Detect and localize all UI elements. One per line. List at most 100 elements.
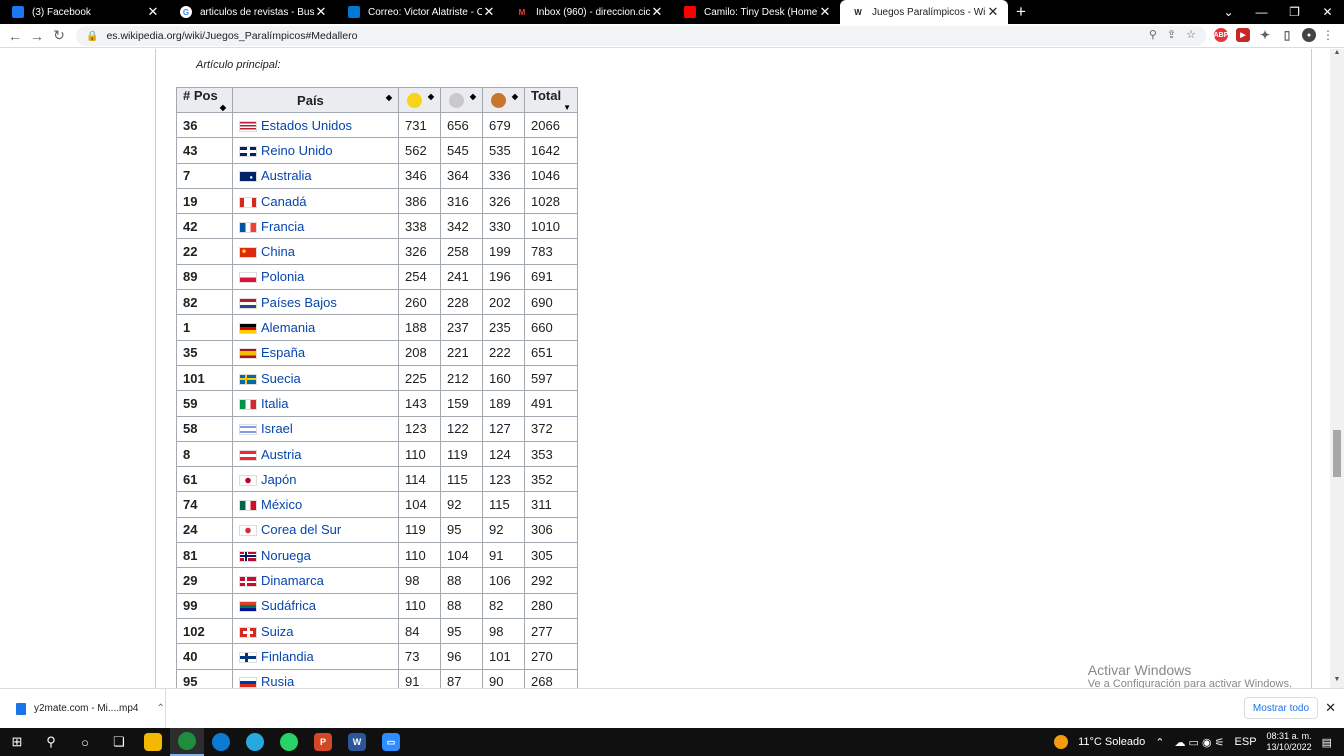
tab-outlook[interactable]: Correo: Victor Alatriste - Outlook✕: [336, 0, 504, 24]
flag-italy-icon[interactable]: [239, 398, 257, 410]
sort-icon[interactable]: ◆: [512, 92, 518, 101]
flag-austria-icon[interactable]: [239, 449, 257, 461]
country-link[interactable]: Francia: [261, 219, 304, 234]
address-bar[interactable]: 🔒 es.wikipedia.org/wiki/Juegos_Paralímpi…: [76, 26, 1206, 46]
country-link[interactable]: Australia: [261, 168, 312, 183]
header-pos[interactable]: # Pos ◆: [176, 87, 233, 113]
tab-close-icon[interactable]: ✕: [146, 5, 160, 19]
powerpoint-icon[interactable]: P: [306, 728, 340, 756]
tab-search-icon[interactable]: ⌄: [1212, 0, 1245, 24]
flag-china-icon[interactable]: [239, 247, 257, 259]
sort-icon[interactable]: ◆: [386, 93, 392, 102]
sort-icon[interactable]: ◆: [428, 92, 434, 101]
scroll-up-icon[interactable]: ▲: [1330, 49, 1344, 61]
new-tab-button[interactable]: +: [1008, 0, 1034, 24]
flag-canada-icon[interactable]: [239, 196, 257, 208]
flag-southafrica-icon[interactable]: [239, 601, 257, 613]
country-link[interactable]: Noruega: [261, 548, 311, 563]
sort-icon[interactable]: ◆: [220, 103, 226, 112]
country-link[interactable]: Reino Unido: [261, 143, 333, 158]
country-link[interactable]: Suiza: [261, 624, 294, 639]
country-link[interactable]: Polonia: [261, 269, 304, 284]
windows-start-icon[interactable]: ⊞: [0, 728, 34, 756]
profile-avatar[interactable]: ●: [1302, 28, 1316, 42]
scrollbar-thumb[interactable]: [1333, 430, 1341, 477]
tab-close-icon[interactable]: ✕: [818, 5, 832, 19]
country-link[interactable]: Países Bajos: [261, 295, 337, 310]
header-gold[interactable]: ◆: [398, 87, 441, 113]
flag-netherlands-icon[interactable]: [239, 297, 257, 309]
tab-close-icon[interactable]: ✕: [314, 5, 328, 19]
share-icon[interactable]: ⇪: [1167, 28, 1176, 41]
country-link[interactable]: Finlandia: [261, 649, 314, 664]
flag-uk-icon[interactable]: [239, 146, 257, 157]
page-scrollbar[interactable]: ▲ ▼: [1330, 49, 1344, 688]
sort-icon[interactable]: ◆: [470, 92, 476, 101]
chevron-up-icon[interactable]: ⌃: [156, 703, 164, 714]
search-icon[interactable]: ⚲: [34, 728, 68, 756]
download-item[interactable]: y2mate.com - Mi....mp4 ⌃: [0, 688, 166, 729]
cortana-icon[interactable]: ○: [68, 728, 102, 756]
forward-button[interactable]: →: [26, 25, 48, 47]
zoom-app-icon[interactable]: ▭: [374, 728, 408, 756]
country-link[interactable]: Japón: [261, 472, 296, 487]
country-link[interactable]: Austria: [261, 447, 301, 462]
flag-germany-icon[interactable]: [239, 323, 257, 335]
header-silver[interactable]: ◆: [440, 87, 483, 113]
tab-gmail[interactable]: M Inbox (960) - direccion.cicdqro@gmail.c…: [504, 0, 672, 24]
country-link[interactable]: México: [261, 497, 302, 512]
country-link[interactable]: Canadá: [261, 194, 307, 209]
reload-button[interactable]: ↻: [48, 25, 70, 47]
tray-icons[interactable]: ☁ ▭ ◉ ⚟: [1175, 736, 1225, 749]
lock-icon[interactable]: 🔒: [86, 31, 98, 42]
country-link[interactable]: Sudáfrica: [261, 598, 316, 613]
back-button[interactable]: ←: [4, 25, 26, 47]
country-link[interactable]: Suecia: [261, 371, 301, 386]
header-country[interactable]: País ◆: [232, 87, 399, 113]
tab-youtube[interactable]: Camilo: Tiny Desk (Home) Concert✕: [672, 0, 840, 24]
file-explorer-icon[interactable]: [136, 728, 170, 756]
flag-korea-icon[interactable]: [239, 525, 257, 537]
country-link[interactable]: Israel: [261, 421, 293, 436]
country-link[interactable]: Dinamarca: [261, 573, 324, 588]
sidebar-icon[interactable]: ▯: [1280, 28, 1294, 42]
flag-usa-icon[interactable]: [239, 120, 257, 132]
menu-icon[interactable]: ⋮: [1322, 28, 1334, 42]
tab-close-icon[interactable]: ✕: [482, 5, 496, 19]
country-link[interactable]: España: [261, 345, 305, 360]
flag-israel-icon[interactable]: [239, 424, 257, 436]
flag-spain-icon[interactable]: [239, 348, 257, 360]
country-link[interactable]: China: [261, 244, 295, 259]
show-hidden-icons[interactable]: ⌃: [1155, 736, 1164, 749]
tab-close-icon[interactable]: ✕: [986, 5, 1000, 19]
flag-australia-icon[interactable]: [239, 171, 257, 183]
tab-google[interactable]: Garticulos de revistas - Buscar con Goog…: [168, 0, 336, 24]
flag-japan-icon[interactable]: [239, 474, 257, 486]
flag-norway-icon[interactable]: [239, 550, 257, 562]
country-link[interactable]: Rusia: [261, 674, 294, 688]
weather-text[interactable]: 11°C Soleado: [1078, 736, 1145, 748]
show-all-button[interactable]: Mostrar todo: [1244, 697, 1318, 719]
puzzle-icon[interactable]: ✦: [1258, 28, 1272, 42]
tab-close-icon[interactable]: ✕: [650, 5, 664, 19]
word-icon[interactable]: W: [340, 728, 374, 756]
tab-wikipedia[interactable]: W Juegos Paralímpicos - Wikipedia✕: [840, 0, 1008, 24]
close-download-bar-icon[interactable]: ✕: [1325, 700, 1336, 716]
flag-finland-icon[interactable]: [239, 651, 257, 663]
flag-switzerland-icon[interactable]: [239, 626, 257, 638]
task-view-icon[interactable]: ❏: [102, 728, 136, 756]
flag-poland-icon[interactable]: [239, 272, 257, 284]
bookmark-star-icon[interactable]: ☆: [1186, 28, 1196, 41]
extension-icon[interactable]: ▶: [1236, 28, 1250, 42]
language-indicator[interactable]: ESP: [1235, 736, 1257, 748]
tab-facebook[interactable]: (3) Facebook ✕: [0, 0, 168, 24]
edge-icon[interactable]: [204, 728, 238, 756]
adblock-icon[interactable]: ABP: [1214, 28, 1228, 42]
country-link[interactable]: Alemania: [261, 320, 315, 335]
country-link[interactable]: Italia: [261, 396, 288, 411]
chrome-icon[interactable]: [170, 728, 204, 756]
scroll-down-icon[interactable]: ▼: [1330, 676, 1344, 688]
flag-sweden-icon[interactable]: [239, 373, 257, 385]
maximize-button[interactable]: ❐: [1278, 0, 1311, 24]
close-window-button[interactable]: ✕: [1311, 0, 1344, 24]
